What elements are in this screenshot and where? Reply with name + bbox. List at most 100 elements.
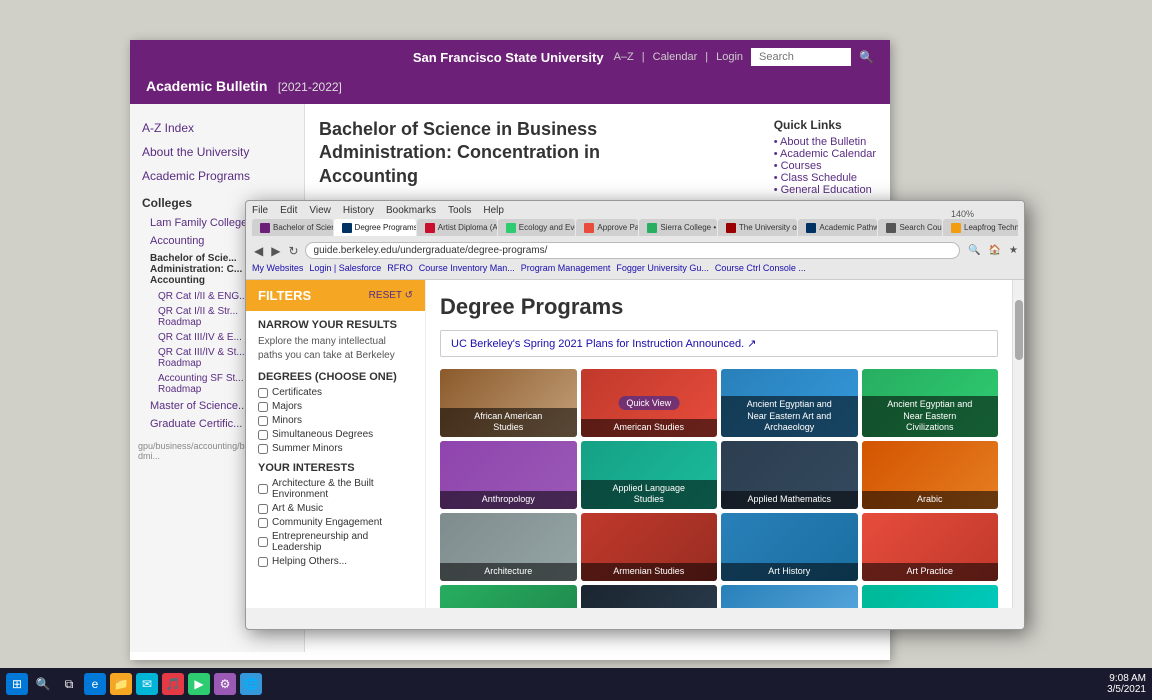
sidebar-link-programs[interactable]: Academic Programs [130, 164, 304, 188]
program-card-applied-math[interactable]: Applied Mathematics [721, 441, 858, 509]
filter-summer[interactable]: Summer Minors [258, 443, 413, 454]
filter-minors[interactable]: Minors [258, 415, 413, 426]
program-card-american[interactable]: Quick View American Studies [581, 369, 718, 437]
menu-view[interactable]: View [309, 205, 331, 216]
program-card-armenian[interactable]: Armenian Studies [581, 513, 718, 581]
program-card-arabic[interactable]: Arabic [862, 441, 999, 509]
quick-link-bulletin[interactable]: About the Bulletin [780, 136, 866, 148]
filter-certificates[interactable]: Certificates [258, 387, 413, 398]
browser-home-icon[interactable]: 🏠 [989, 245, 1001, 256]
menu-file[interactable]: File [252, 205, 268, 216]
bookmark-rfro[interactable]: RFRO [387, 263, 413, 273]
bookmark-fogger[interactable]: Fogger University Gu... [616, 263, 709, 273]
taskbar-time-value: 9:08 AM [1107, 673, 1146, 684]
program-grid: African AmericanStudies Quick View Ameri… [440, 369, 998, 608]
tab-favicon-approve [584, 223, 594, 233]
back-button[interactable]: ◀ [252, 244, 265, 258]
url-bar[interactable] [305, 242, 961, 259]
quick-links-list: About the Bulletin Academic Calendar Cou… [774, 136, 876, 196]
tab-bsba[interactable]: Bachelor of Science in... ✕ [252, 219, 333, 236]
program-card-applied-lang[interactable]: Applied LanguageStudies [581, 441, 718, 509]
tab-artist[interactable]: Artist Diploma (AB) in ... ✕ [417, 219, 497, 236]
program-card-bioengineering[interactable]: Bioengineering [862, 585, 999, 608]
quick-view-overlay-american[interactable]: Quick View [618, 396, 679, 410]
degree-programs-main: Degree Programs UC Berkeley's Spring 202… [426, 280, 1012, 608]
quick-link-calendar[interactable]: Academic Calendar [780, 148, 876, 160]
taskbar-app1-icon[interactable]: ▶ [188, 673, 210, 695]
browser-search-icon[interactable]: 🔍 [968, 245, 980, 256]
taskbar-search-icon[interactable]: 🔍 [32, 673, 54, 695]
filter-helping[interactable]: Helping Others... [258, 556, 413, 567]
filters-panel: FILTERS RESET ↺ NARROW YOUR RESULTS Expl… [246, 280, 426, 608]
taskbar-folder-icon[interactable]: 📁 [110, 673, 132, 695]
quick-link-schedule[interactable]: Class Schedule [781, 172, 857, 184]
program-card-atmospheric[interactable]: Atmospheric Science [721, 585, 858, 608]
tab-degree-programs[interactable]: Degree Programs • Uni... ✕ [334, 219, 416, 236]
narrow-desc: Explore the many intellectual paths you … [258, 335, 413, 363]
program-card-ancient-art[interactable]: Ancient Egyptian andNear Eastern Art and… [721, 369, 858, 437]
refresh-button[interactable]: ↻ [286, 244, 300, 258]
bookmark-course-ctrl[interactable]: Course Ctrl Console ... [715, 263, 806, 273]
program-card-ancient-civ[interactable]: Ancient Egyptian andNear EasternCiviliza… [862, 369, 999, 437]
tab-approve[interactable]: Approve Pages ✕ [576, 219, 638, 236]
sfsu-header: San Francisco State University A–Z | Cal… [130, 40, 890, 74]
sidebar-link-about[interactable]: About the University [130, 140, 304, 164]
tab-favicon-dp [342, 223, 352, 233]
tab-pathways[interactable]: Academic Pathways •... ✕ [798, 219, 877, 236]
taskbar-windows-icon[interactable]: ⊞ [6, 673, 28, 695]
taskbar-music-icon[interactable]: 🎵 [162, 673, 184, 695]
filter-entrepreneurship[interactable]: Entrepreneurship and Leadership [258, 531, 413, 553]
announcement-bar[interactable]: UC Berkeley's Spring 2021 Plans for Inst… [440, 330, 998, 357]
taskbar-taskview-icon[interactable]: ⧉ [58, 673, 80, 695]
filter-arch[interactable]: Architecture & the Built Environment [258, 478, 413, 500]
program-card-anthro[interactable]: Anthropology [440, 441, 577, 509]
menu-help[interactable]: Help [483, 205, 504, 216]
nav-sep2: | [705, 51, 708, 63]
program-card-african[interactable]: African AmericanStudies [440, 369, 577, 437]
quick-link-ge[interactable]: General Education [781, 184, 872, 196]
sfsu-nav-calendar[interactable]: Calendar [653, 51, 698, 63]
filters-header: FILTERS RESET ↺ [246, 280, 425, 311]
menu-edit[interactable]: Edit [280, 205, 297, 216]
menu-history[interactable]: History [343, 205, 374, 216]
tab-ecology[interactable]: Ecology and Evolutio... ✕ [498, 219, 576, 236]
taskbar-mail-icon[interactable]: ✉ [136, 673, 158, 695]
tab-search-courses[interactable]: Search Courses ✕ [878, 219, 942, 236]
browser-star-icon[interactable]: ★ [1009, 245, 1018, 256]
tab-leapfrog[interactable]: Leapfrog Technolog... ✕ [943, 219, 1018, 236]
menu-tools[interactable]: Tools [448, 205, 471, 216]
degrees-title: DEGREES (CHOOSE ONE) [258, 371, 413, 383]
program-card-astrophysics[interactable]: Astrophysics [581, 585, 718, 608]
search-icon[interactable]: 🔍 [859, 50, 874, 64]
program-card-asian[interactable]: Asian American andAsian DiasporaStudies [440, 585, 577, 608]
filters-title: FILTERS [258, 288, 311, 303]
browser-scrollbar[interactable] [1012, 280, 1024, 608]
tab-sierra[interactable]: Sierra College • Sierr... ✕ [639, 219, 716, 236]
program-card-art-history[interactable]: Art History [721, 513, 858, 581]
bookmark-course-inv[interactable]: Course Inventory Man... [419, 263, 515, 273]
sidebar-link-az[interactable]: A-Z Index [130, 116, 304, 140]
taskbar-app3-icon[interactable]: 🌐 [240, 673, 262, 695]
bookmark-mywebsites[interactable]: My Websites [252, 263, 303, 273]
sfsu-nav-links: A–Z | Calendar | Login 🔍 [614, 48, 874, 66]
tab-alabama[interactable]: The University of Alab... ✕ [718, 219, 798, 236]
filter-simultaneous[interactable]: Simultaneous Degrees [258, 429, 413, 440]
taskbar-app2-icon[interactable]: ⚙ [214, 673, 236, 695]
filter-community[interactable]: Community Engagement [258, 517, 413, 528]
sfsu-nav-az[interactable]: A–Z [614, 51, 634, 63]
bookmark-prog-mgmt[interactable]: Program Management [521, 263, 611, 273]
filter-majors[interactable]: Majors [258, 401, 413, 412]
reset-button[interactable]: RESET ↺ [369, 290, 413, 301]
sfsu-nav-login[interactable]: Login [716, 51, 743, 63]
scrollbar-thumb[interactable] [1015, 300, 1023, 360]
sfsu-search-input[interactable] [751, 48, 851, 66]
forward-button[interactable]: ▶ [269, 244, 282, 258]
program-card-art-practice[interactable]: Art Practice [862, 513, 999, 581]
menu-bookmarks[interactable]: Bookmarks [386, 205, 436, 216]
taskbar-edge-icon[interactable]: e [84, 673, 106, 695]
card-label-art-history: Art History [721, 563, 858, 581]
bookmark-login[interactable]: Login | Salesforce [309, 263, 381, 273]
filter-art[interactable]: Art & Music [258, 503, 413, 514]
quick-link-courses[interactable]: Courses [781, 160, 822, 172]
program-card-architecture[interactable]: Architecture [440, 513, 577, 581]
